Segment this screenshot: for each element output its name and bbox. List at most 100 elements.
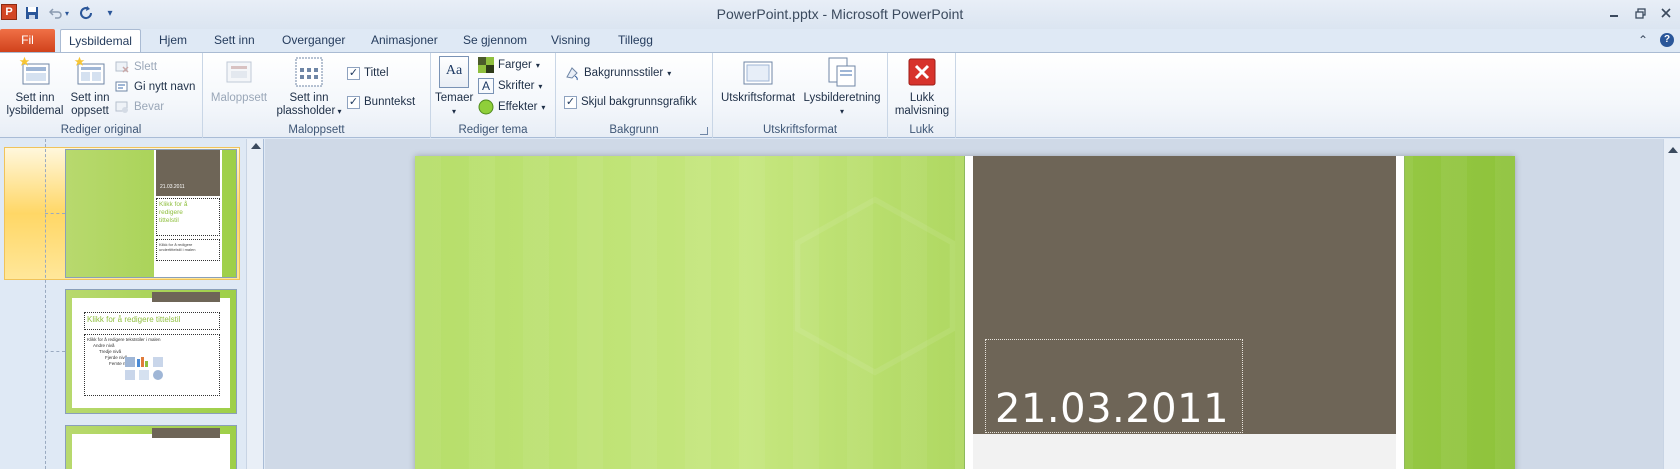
themes-dropdown-icon: ▾ bbox=[451, 107, 456, 116]
title-bar: P ▾ ▾ PowerPoint.pptx - Microsoft PowerP… bbox=[0, 0, 1680, 29]
fonts-label: Skrifter bbox=[498, 80, 535, 92]
tab-sett-inn[interactable]: Sett inn bbox=[206, 29, 263, 52]
tab-animasjoner[interactable]: Animasjoner bbox=[363, 29, 446, 52]
hide-background-label: Skjul bakgrunnsgrafikk bbox=[581, 96, 697, 108]
subtitle-area bbox=[973, 434, 1396, 469]
fonts-dropdown-icon: ▾ bbox=[538, 81, 543, 91]
insert-placeholder-dropdown-icon: ▾ bbox=[335, 107, 342, 116]
thumb1-date: 21.03.2011 bbox=[160, 184, 185, 190]
group-label-rediger-tema: Rediger tema bbox=[458, 124, 528, 136]
date-text[interactable]: 21.03.2011 bbox=[995, 386, 1229, 432]
colors-label: Farger bbox=[498, 59, 532, 71]
tab-overganger[interactable]: Overganger bbox=[274, 29, 353, 52]
thumb1-brown-box: 21.03.2011 bbox=[156, 150, 220, 196]
master-layout-label: Maloppsett bbox=[210, 92, 268, 104]
group-label-maloppsett: Maloppsett bbox=[288, 124, 345, 136]
group-utskriftsformat: Utskriftsformat Lysbilderetning ▾ Utskrif… bbox=[713, 53, 888, 138]
slide-editing-canvas: 21.03.2011 bbox=[265, 139, 1663, 469]
tab-tillegg[interactable]: Tillegg bbox=[610, 29, 661, 52]
group-label-rediger-original: Rediger original bbox=[60, 124, 142, 136]
footer-checkbox[interactable]: ✓ Bunntekst bbox=[347, 92, 415, 112]
rename-icon bbox=[114, 79, 130, 95]
close-window-icon[interactable] bbox=[1654, 3, 1678, 23]
themes-label: Temaer bbox=[435, 92, 474, 104]
colors-button[interactable]: Farger ▾ bbox=[478, 55, 540, 75]
master-layout-button[interactable]: Maloppsett bbox=[207, 56, 271, 105]
slide-orientation-icon bbox=[826, 56, 858, 88]
page-setup-button[interactable]: Utskriftsformat bbox=[719, 56, 797, 105]
hide-background-graphics-checkbox[interactable]: ✓ Skjul bakgrunnsgrafikk bbox=[564, 92, 697, 112]
canvas-scrollbar[interactable] bbox=[1663, 139, 1680, 469]
thumb2-content-icons bbox=[125, 357, 173, 383]
tab-visning[interactable]: Visning bbox=[543, 29, 598, 52]
tab-se-gjennom[interactable]: Se gjennom bbox=[455, 29, 535, 52]
group-rediger-tema: Aa Temaer ▾ Farger ▾ A Skrifter ▾ Effekter ▾… bbox=[431, 53, 556, 138]
hierarchy-guide-line bbox=[45, 139, 46, 469]
group-label-lukk: Lukk bbox=[909, 124, 934, 136]
ribbon: Sett inn lysbildemal Sett inn oppsett Sl… bbox=[0, 52, 1680, 138]
thumb3-brown-strip bbox=[152, 428, 220, 438]
effects-label: Effekter bbox=[498, 101, 538, 113]
tab-file[interactable]: Fil bbox=[0, 29, 55, 52]
ribbon-tab-row: Fil Lysbildemal Hjem Sett inn Overganger… bbox=[0, 29, 1680, 52]
background-styles-label: Bakgrunnsstiler bbox=[584, 67, 664, 79]
insert-slide-master-label: Sett inn lysbildemal bbox=[6, 92, 64, 117]
insert-placeholder-icon bbox=[293, 56, 325, 88]
help-icon[interactable]: ? bbox=[1660, 33, 1674, 47]
thumbnail-layout-2[interactable] bbox=[65, 425, 237, 469]
slide-master-canvas[interactable]: 21.03.2011 bbox=[415, 156, 1515, 469]
insert-placeholder-button[interactable]: Sett inn plassholder ▾ bbox=[273, 56, 345, 118]
title-check-icon: ✓ bbox=[347, 66, 360, 80]
window-title: PowerPoint.pptx - Microsoft PowerPoint bbox=[716, 6, 964, 22]
group-label-utskriftsformat: Utskriftsformat bbox=[762, 124, 838, 136]
hierarchy-connector bbox=[45, 351, 65, 352]
preserve-button[interactable]: Bevar bbox=[114, 97, 164, 117]
restore-icon[interactable] bbox=[1628, 3, 1652, 23]
canvas-scroll-up-arrow-icon[interactable] bbox=[1668, 147, 1678, 153]
fonts-icon: A bbox=[478, 78, 494, 94]
hide-background-check-icon: ✓ bbox=[564, 95, 577, 109]
thumb3-white-panel bbox=[72, 434, 230, 469]
tab-lysbildemal[interactable]: Lysbildemal bbox=[60, 29, 141, 52]
thumb2-title-placeholder: Klikk for å redigere tittelstil bbox=[84, 312, 220, 330]
group-bakgrunn: Bakgrunnsstiler ▾ ✓ Skjul bakgrunnsgrafik… bbox=[556, 53, 713, 138]
colors-dropdown-icon: ▾ bbox=[535, 60, 540, 70]
tab-hjem[interactable]: Hjem bbox=[151, 29, 195, 52]
page-setup-label: Utskriftsformat bbox=[720, 92, 796, 104]
slide-thumbnail-pane[interactable]: 21.03.2011 Klikk for å redigere tittelst… bbox=[0, 139, 264, 469]
minimize-ribbon-icon[interactable]: ⌃ bbox=[1638, 33, 1648, 47]
background-styles-button[interactable]: Bakgrunnsstiler ▾ bbox=[564, 63, 671, 83]
thumb1-subtitle-placeholder: Klikk for å redigere undertittelstil i m… bbox=[156, 239, 220, 261]
minimize-icon[interactable] bbox=[1602, 3, 1626, 23]
effects-button[interactable]: Effekter ▾ bbox=[478, 97, 545, 117]
group-label-bakgrunn: Bakgrunn bbox=[609, 124, 659, 136]
thumbnail-layout-1[interactable]: Klikk for å redigere tittelstil Klikk fo… bbox=[65, 289, 237, 414]
thumb2-brown-strip bbox=[152, 292, 220, 302]
scroll-up-arrow-icon[interactable] bbox=[251, 143, 261, 149]
colors-icon bbox=[478, 57, 494, 73]
background-hexagon-shape bbox=[794, 196, 956, 376]
close-master-view-button[interactable]: Lukk malvisning bbox=[894, 56, 950, 118]
hierarchy-connector bbox=[45, 213, 65, 214]
footer-check-icon: ✓ bbox=[347, 95, 360, 109]
themes-icon: Aa bbox=[439, 56, 469, 88]
title-checkbox[interactable]: ✓ Tittel bbox=[347, 63, 389, 83]
themes-button[interactable]: Aa Temaer ▾ bbox=[435, 56, 473, 118]
page-setup-icon bbox=[742, 56, 774, 88]
delete-label: Slett bbox=[134, 61, 158, 73]
thumbnail-slide-master[interactable]: 21.03.2011 Klikk for å redigere tittelst… bbox=[65, 149, 237, 278]
slide-orientation-button[interactable]: Lysbilderetning ▾ bbox=[801, 56, 883, 118]
group-lukk: Lukk malvisning Lukk bbox=[888, 53, 956, 138]
rename-button[interactable]: Gi nytt navn bbox=[114, 77, 195, 97]
fonts-button[interactable]: A Skrifter ▾ bbox=[478, 76, 542, 96]
insert-placeholder-label: Sett inn plassholder bbox=[276, 92, 336, 117]
preserve-pin-icon bbox=[114, 99, 130, 115]
insert-layout-button[interactable]: Sett inn oppsett bbox=[66, 56, 114, 118]
delete-button[interactable]: Slett bbox=[114, 57, 157, 77]
background-styles-dropdown-icon: ▾ bbox=[667, 68, 672, 78]
insert-slide-master-button[interactable]: Sett inn lysbildemal bbox=[4, 56, 66, 118]
close-master-view-icon bbox=[906, 56, 938, 88]
thumbnail-scrollbar[interactable] bbox=[246, 139, 263, 469]
delete-slide-icon bbox=[114, 59, 130, 75]
slide-orientation-dropdown-icon: ▾ bbox=[839, 107, 844, 116]
